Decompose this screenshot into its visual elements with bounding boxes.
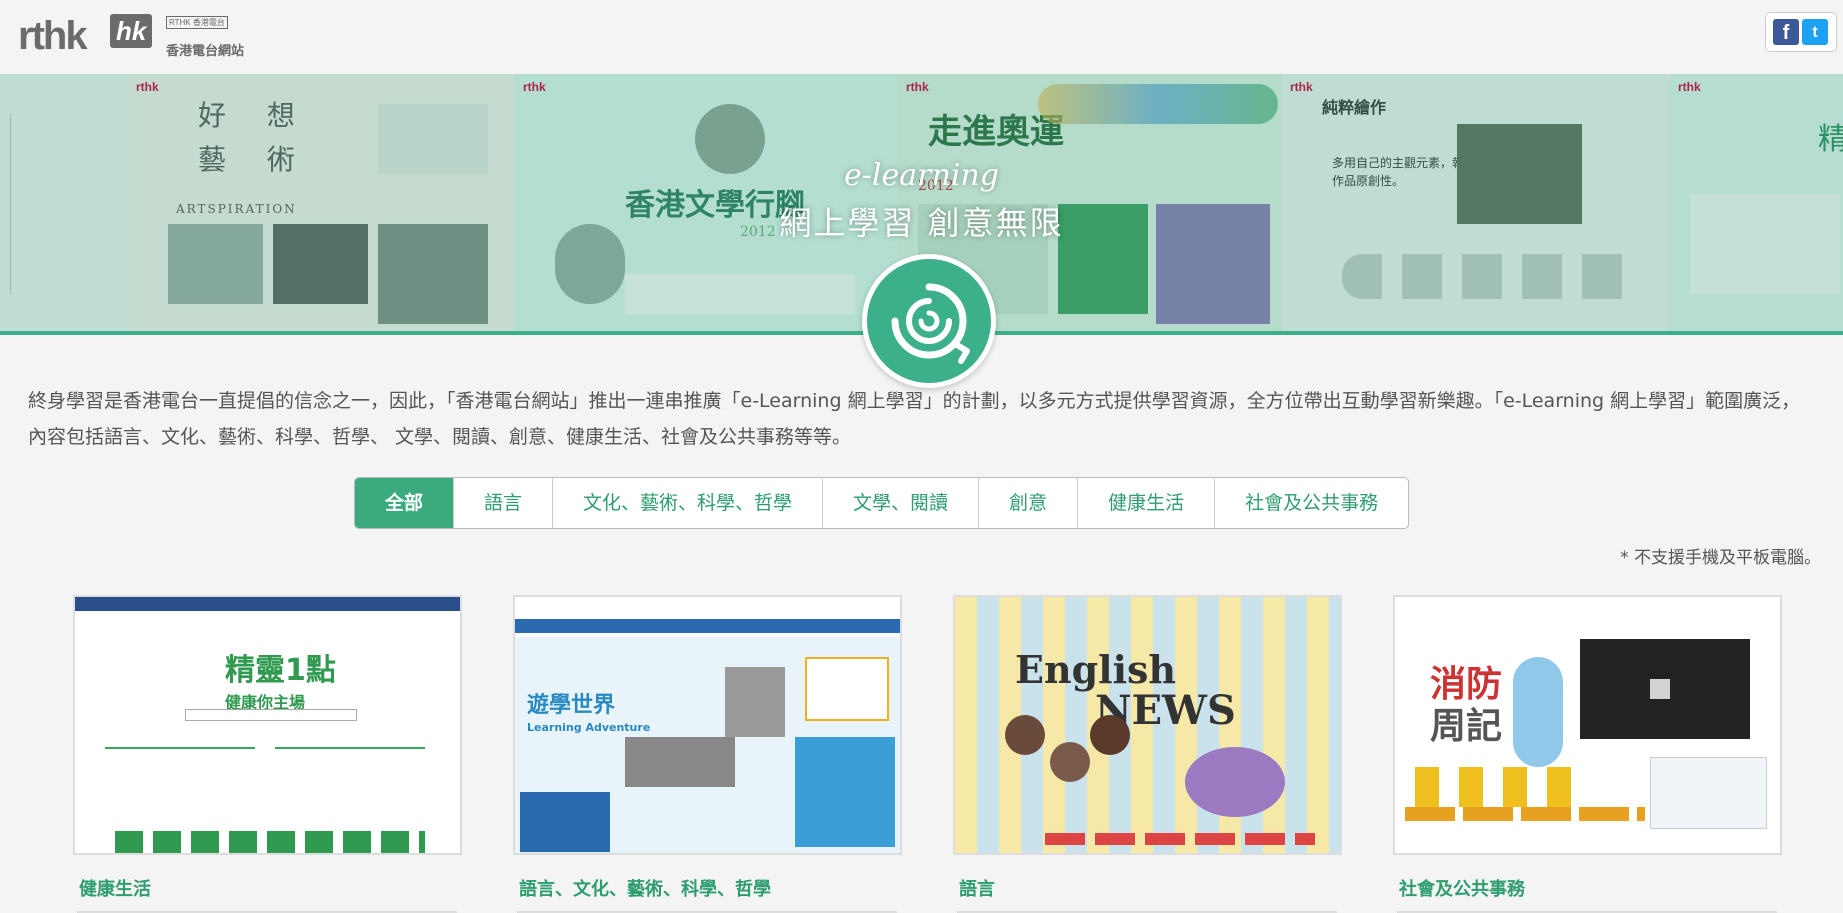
thumb-title: English [1015, 647, 1177, 692]
banner-subtitle: 網上學習 創意無限 [779, 204, 1064, 242]
program-card[interactable]: 消防 周記 社會及公共事務 [1393, 595, 1782, 913]
thumb-list [1650, 757, 1767, 829]
thumb-notice [805, 657, 889, 721]
thumb-avatar [1050, 742, 1090, 782]
card-label[interactable]: 社會及公共事務 [1399, 875, 1782, 901]
rthk-logo[interactable]: rthk hk RTHK 香港電台 香港電台網站 [18, 14, 258, 64]
thumb-list [275, 747, 425, 819]
program-card[interactable]: 精靈1點 健康你主場 健康生活 [73, 595, 462, 913]
logo-subtitle: 香港電台網站 [166, 44, 245, 59]
thumb-list [105, 747, 255, 819]
card-thumbnail[interactable]: 消防 周記 [1393, 595, 1782, 855]
logo-rthk-text: rthk [18, 14, 88, 58]
card-label[interactable]: 語言、文化、藝術、科學、哲學 [519, 875, 902, 901]
tab-culture-art-science-philosophy[interactable]: 文化、藝術、科學、哲學 [553, 478, 824, 528]
thumb-subtitle: 周記 [1430, 705, 1503, 747]
card-label[interactable]: 語言 [959, 875, 1342, 901]
facebook-icon[interactable]: f [1773, 19, 1799, 45]
thumb-avatar [1090, 715, 1130, 755]
category-filter-tabs: 全部 語言 文化、藝術、科學、哲學 文學、閱讀 創意 健康生活 社會及公共事務 [354, 477, 1410, 529]
thumb-textbox [520, 792, 610, 852]
card-thumbnail[interactable]: 精靈1點 健康你主場 [73, 595, 462, 855]
play-icon [1650, 679, 1670, 699]
intro-paragraph: 終身學習是香港電台一直提倡的信念之一，因此，「香港電台網站」推出一連串推廣「e-… [28, 390, 1801, 448]
card-thumbnail[interactable]: English NEWS [953, 595, 1342, 855]
program-card[interactable]: 遊學世界 Learning Adventure 語言、文化、藝術、科學、哲學 [513, 595, 902, 913]
thumb-navbar [515, 619, 900, 633]
thumb-subtitle: Learning Adventure [527, 721, 651, 734]
thumb-characters [1415, 767, 1585, 807]
thumb-sidebar [795, 737, 895, 847]
logo-hk-text: hk [110, 14, 153, 48]
banner-title: e-learning [844, 158, 999, 193]
logo-badge: RTHK 香港電台 [166, 16, 228, 29]
social-share: f t [1765, 12, 1837, 52]
twitter-icon[interactable]: t [1802, 19, 1828, 45]
thumb-photo [725, 667, 785, 737]
tab-all[interactable]: 全部 [355, 478, 455, 528]
card-thumbnail[interactable]: 遊學世界 Learning Adventure [513, 595, 902, 855]
thumb-avatar [1005, 715, 1045, 755]
thumb-title: 遊學世界 [527, 693, 616, 718]
elearning-swirl-icon [862, 254, 996, 388]
device-support-note: * 不支援手機及平板電腦。 [1620, 548, 1821, 568]
thumb-topbar [75, 597, 460, 611]
tab-literature-reading[interactable]: 文學、閱讀 [823, 478, 980, 528]
card-label[interactable]: 健康生活 [79, 875, 462, 901]
program-card[interactable]: English NEWS 語言 [953, 595, 1342, 913]
thumb-nav-row [1045, 833, 1315, 845]
tab-language[interactable]: 語言 [454, 478, 554, 528]
tab-social-public-affairs[interactable]: 社會及公共事務 [1215, 478, 1408, 528]
thumb-photo [625, 737, 735, 787]
tab-creativity[interactable]: 創意 [979, 478, 1079, 528]
thumb-nav-row [1405, 807, 1645, 821]
thumb-character [1185, 747, 1285, 817]
thumb-icon-row [115, 831, 425, 853]
site-header: rthk hk RTHK 香港電台 香港電台網站 f t [0, 0, 1843, 74]
thumb-title: 精靈1點 [225, 653, 336, 688]
thumb-microphone [1513, 657, 1563, 767]
tab-healthy-living[interactable]: 健康生活 [1078, 478, 1216, 528]
thumb-searchbar [185, 709, 357, 721]
